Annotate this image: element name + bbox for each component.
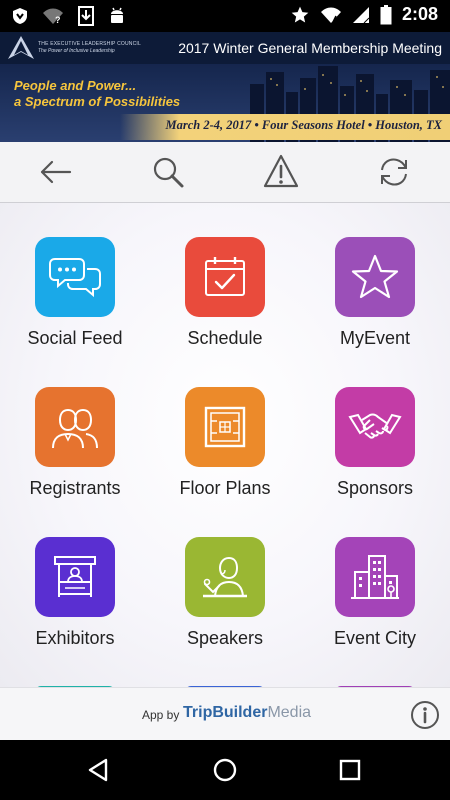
org-name: THE EXECUTIVE LEADERSHIP COUNCIL <box>38 41 141 47</box>
tile-social-feed[interactable]: Social Feed <box>0 203 150 353</box>
tile-icon-bg <box>185 387 265 467</box>
search-icon <box>153 157 184 188</box>
app-by-label: App by <box>142 708 180 722</box>
status-notifications: ? <box>12 6 126 26</box>
elc-logo-icon <box>8 36 34 59</box>
status-time: 2:08 <box>401 4 438 24</box>
city-buildings-icon <box>351 555 399 599</box>
wifi-icon <box>320 7 341 23</box>
tile-icon-bg <box>35 537 115 617</box>
recents-square-icon <box>339 759 361 781</box>
event-date-location: March 2-4, 2017 • Four Seasons Hotel • H… <box>165 118 442 132</box>
floor-plan-icon <box>204 406 246 448</box>
signal-icon <box>352 6 370 23</box>
star-icon <box>291 6 309 23</box>
star-icon <box>351 254 399 299</box>
handshake-icon <box>348 413 402 439</box>
tile-label: Floor Plans <box>179 478 271 498</box>
tile-icon-bg <box>185 537 265 617</box>
tile-registrants[interactable]: Registrants <box>0 353 150 503</box>
back-arrow-icon <box>40 160 72 184</box>
svg-text:?: ? <box>55 15 61 25</box>
home-circle-icon <box>213 758 237 782</box>
tile-event-city[interactable]: Event City <box>300 503 450 653</box>
tile-icon-bg <box>335 537 415 617</box>
tile-schedule[interactable]: Schedule <box>150 203 300 353</box>
tile-exhibitors[interactable]: Exhibitors <box>0 503 150 653</box>
org-slogan: The Power of Inclusive Leadership <box>38 48 115 54</box>
banner-header: THE EXECUTIVE LEADERSHIP COUNCIL The Pow… <box>0 32 450 65</box>
tile-label: Sponsors <box>336 478 414 498</box>
menu-grid: Social Feed Schedule MyEvent Registrants… <box>0 203 450 687</box>
tile-icon-bg <box>335 387 415 467</box>
tile-sponsors[interactable]: Sponsors <box>300 353 450 503</box>
info-button[interactable] <box>410 700 440 730</box>
tile-label: Schedule <box>187 328 263 348</box>
tile-icon-bg <box>35 237 115 317</box>
brand-bold: TripBuilder <box>183 704 268 721</box>
tile-label: MyEvent <box>339 328 411 348</box>
speaker-podium-icon <box>203 556 247 598</box>
alert-icon <box>263 154 299 188</box>
status-bar: ? 2:08 <box>0 0 450 32</box>
refresh-button[interactable] <box>374 152 414 192</box>
tile-label: Registrants <box>29 478 121 498</box>
tile-label: Social Feed <box>27 328 123 348</box>
tile-speakers[interactable]: Speakers <box>150 503 300 653</box>
back-button[interactable] <box>36 152 76 192</box>
calendar-check-icon <box>205 257 245 296</box>
battery-icon <box>380 4 392 24</box>
people-icon <box>52 408 98 449</box>
nav-home-button[interactable] <box>210 755 240 785</box>
booth-icon <box>54 556 96 597</box>
nav-back-button[interactable] <box>84 755 114 785</box>
status-system: 2:08 <box>290 4 438 25</box>
tile-label: Speakers <box>186 628 264 648</box>
tile-icon-bg <box>35 387 115 467</box>
refresh-icon <box>381 158 407 186</box>
tagline-line1: People and Power... <box>14 78 137 93</box>
wifi-question-icon: ? <box>43 8 63 25</box>
search-button[interactable] <box>148 152 188 192</box>
back-triangle-icon <box>88 758 108 782</box>
footer: App by TripBuilderMedia <box>0 687 450 741</box>
alerts-button[interactable] <box>261 152 301 192</box>
toolbar <box>0 142 450 203</box>
shield-icon <box>13 8 27 24</box>
chat-bubbles-icon <box>49 258 101 298</box>
tile-icon-bg <box>185 237 265 317</box>
tile-label: Event City <box>333 628 417 648</box>
brand-light: Media <box>267 704 312 721</box>
tile-icon-bg <box>335 237 415 317</box>
tile-label: Exhibitors <box>35 628 115 648</box>
info-icon <box>411 701 439 729</box>
event-banner: THE EXECUTIVE LEADERSHIP COUNCIL The Pow… <box>0 32 450 142</box>
tile-floor-plans[interactable]: Floor Plans <box>150 353 300 503</box>
tile-myevent[interactable]: MyEvent <box>300 203 450 353</box>
nav-recents-button[interactable] <box>335 755 365 785</box>
tagline-line2: a Spectrum of Possibilities <box>14 94 181 109</box>
android-icon <box>111 7 123 23</box>
event-title: 2017 Winter General Membership Meeting <box>178 40 442 56</box>
tripbuilder-logo[interactable]: TripBuilderMedia <box>183 704 311 722</box>
download-icon <box>78 6 94 26</box>
system-nav-bar <box>0 740 450 800</box>
